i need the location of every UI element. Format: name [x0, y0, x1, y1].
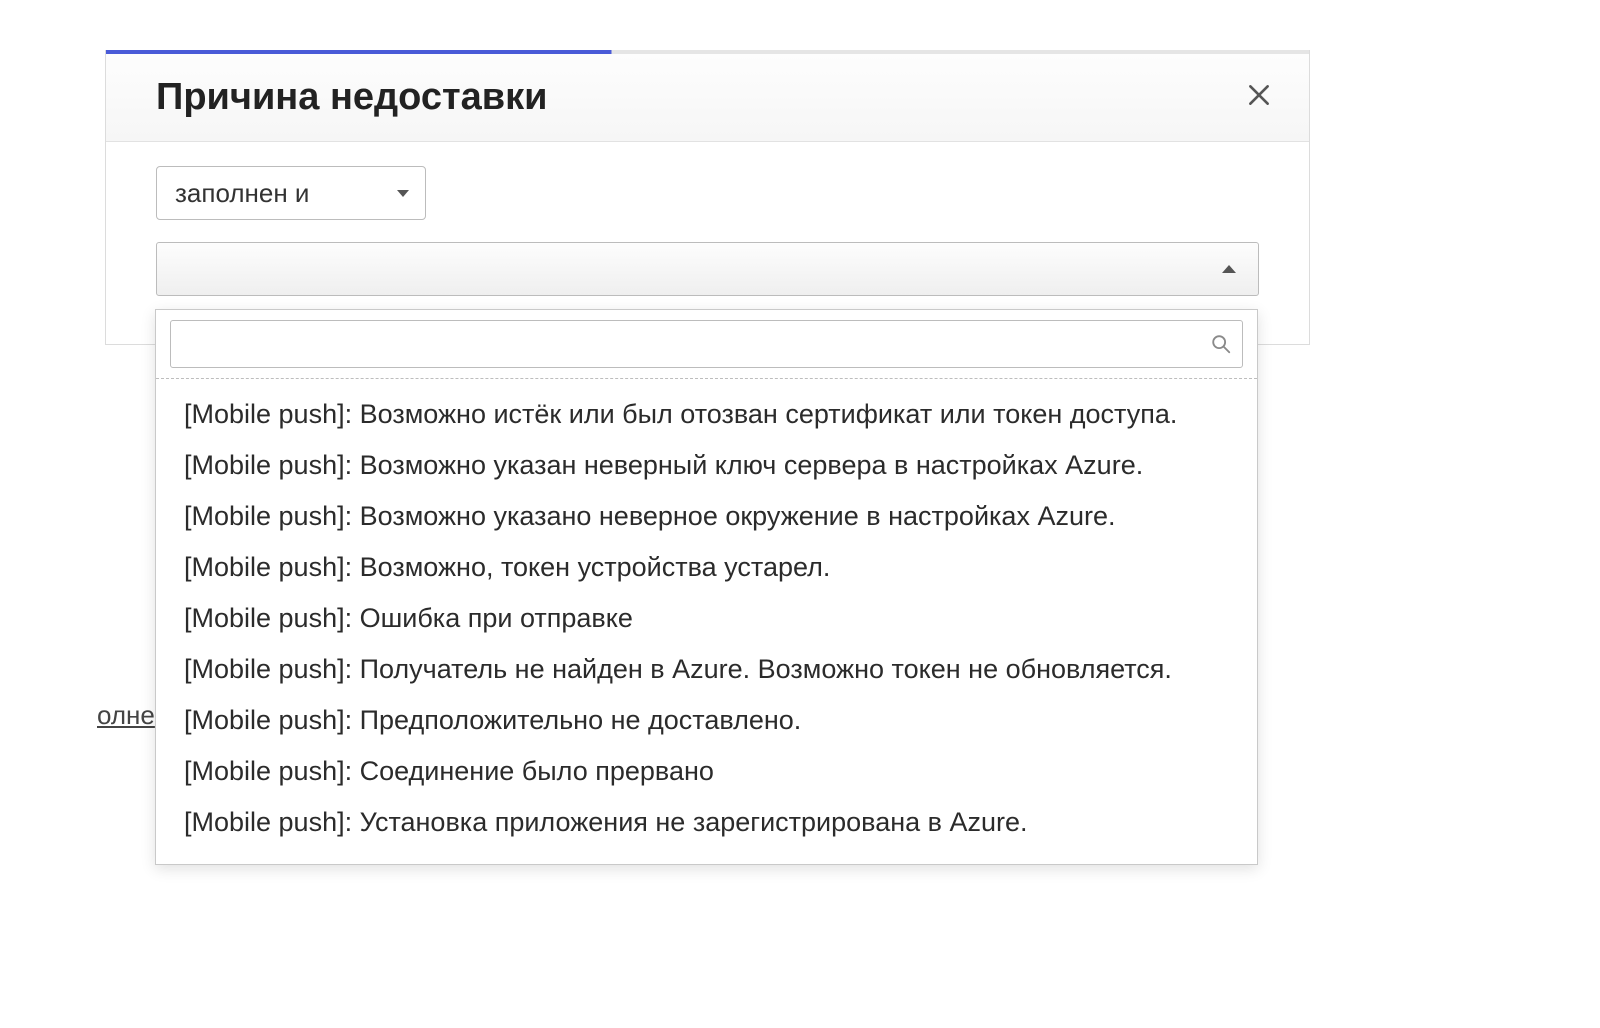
dropdown-search-input[interactable]: [171, 321, 1200, 367]
background-link-fragment[interactable]: олне: [97, 700, 155, 731]
dropdown-item[interactable]: [Mobile push]: Соединение было прервано: [160, 746, 1253, 797]
reason-select[interactable]: [156, 242, 1259, 296]
panel-header: Причина недоставки: [106, 54, 1309, 142]
reason-dropdown: [Mobile push]: Возможно истёк или был от…: [155, 309, 1258, 865]
close-icon: [1246, 82, 1272, 113]
chevron-up-icon: [1222, 265, 1236, 273]
condition-select[interactable]: заполнен и: [156, 166, 426, 220]
chevron-down-icon: [397, 190, 409, 197]
dropdown-search: [170, 320, 1243, 368]
dropdown-item[interactable]: [Mobile push]: Возможно, токен устройств…: [160, 542, 1253, 593]
dropdown-list: [Mobile push]: Возможно истёк или был от…: [156, 379, 1257, 864]
reason-panel: Причина недоставки заполнен и: [105, 50, 1310, 345]
dropdown-item[interactable]: [Mobile push]: Возможно указан неверный …: [160, 440, 1253, 491]
dropdown-item[interactable]: [Mobile push]: Возможно истёк или был от…: [160, 389, 1253, 440]
panel-title: Причина недоставки: [156, 76, 548, 119]
page-root: олне Причина недоставки заполнен и: [0, 0, 1600, 1028]
dropdown-item[interactable]: [Mobile push]: Ошибка при отправке: [160, 593, 1253, 644]
dropdown-item[interactable]: [Mobile push]: Получатель не найден в Az…: [160, 644, 1253, 695]
dropdown-item[interactable]: [Mobile push]: Возможно указано неверное…: [160, 491, 1253, 542]
search-icon: [1200, 333, 1242, 355]
dropdown-search-row: [156, 310, 1257, 379]
dropdown-item[interactable]: [Mobile push]: Предположительно не доста…: [160, 695, 1253, 746]
dropdown-item[interactable]: [Mobile push]: Установка приложения не з…: [160, 797, 1253, 848]
condition-select-value: заполнен и: [175, 178, 309, 209]
close-button[interactable]: [1239, 78, 1279, 118]
